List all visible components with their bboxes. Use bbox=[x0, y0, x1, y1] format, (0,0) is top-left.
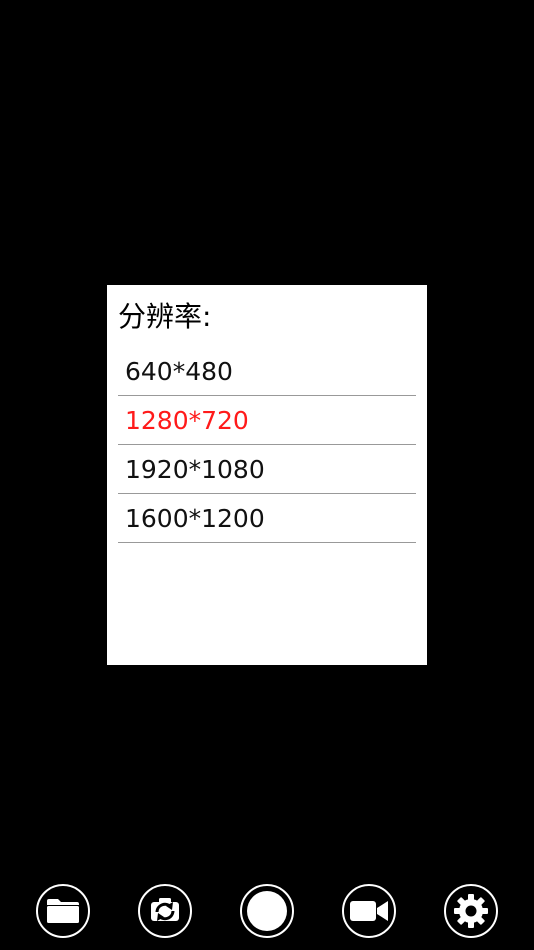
switch-camera-button[interactable] bbox=[138, 884, 192, 938]
resolution-option[interactable]: 1600*1200 bbox=[118, 494, 416, 543]
dialog-title: 分辨率: bbox=[118, 300, 212, 333]
gear-icon bbox=[454, 894, 488, 928]
record-video-button[interactable] bbox=[342, 884, 396, 938]
shutter-icon bbox=[247, 891, 287, 931]
shutter-button[interactable] bbox=[240, 884, 294, 938]
resolution-dialog: 分辨率: 640*480 1280*720 1920*1080 1600*120… bbox=[107, 285, 427, 665]
folder-button[interactable] bbox=[36, 884, 90, 938]
resolution-option[interactable]: 1920*1080 bbox=[118, 445, 416, 494]
bottom-toolbar bbox=[0, 870, 534, 950]
resolution-option-selected[interactable]: 1280*720 bbox=[118, 396, 416, 445]
settings-button[interactable] bbox=[444, 884, 498, 938]
resolution-option-list: 640*480 1280*720 1920*1080 1600*1200 bbox=[118, 347, 416, 543]
folder-icon bbox=[47, 899, 79, 923]
video-camera-icon bbox=[350, 901, 388, 921]
resolution-option[interactable]: 640*480 bbox=[118, 347, 416, 396]
switch-camera-icon bbox=[151, 898, 179, 921]
